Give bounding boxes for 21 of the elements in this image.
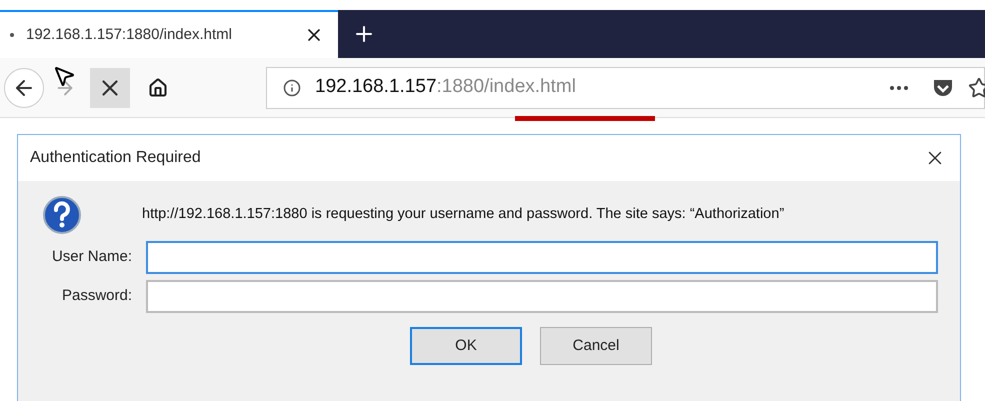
- stop-button[interactable]: [90, 68, 130, 108]
- more-icon[interactable]: [890, 86, 908, 90]
- dialog-button[interactable]: OK: [410, 327, 522, 365]
- input-field[interactable]: [146, 241, 938, 274]
- url-text: 192.168.1.157:1880/index.html: [315, 75, 577, 100]
- tab-title: 192.168.1.157:1880/index.html: [26, 24, 233, 45]
- input-field[interactable]: [146, 280, 938, 313]
- dialog-message: http://192.168.1.157:1880 is requesting your username and password. The site says: “Authorization”: [142, 205, 784, 224]
- pocket-icon[interactable]: [932, 78, 954, 98]
- question-icon: [42, 195, 82, 235]
- back-button[interactable]: [4, 68, 44, 108]
- mouse-cursor-icon: [52, 64, 76, 88]
- field-label: User Name:: [50, 247, 133, 268]
- dialog-title: Authentication Required: [30, 148, 202, 168]
- home-icon[interactable]: [148, 78, 168, 98]
- browser-tab[interactable]: 192.168.1.157:1880/index.html: [0, 10, 338, 58]
- address-bar[interactable]: 192.168.1.157:1880/index.html: [266, 66, 985, 108]
- info-icon[interactable]: [283, 78, 301, 96]
- dialog-button[interactable]: Cancel: [540, 327, 652, 365]
- bookmark-star-icon[interactable]: [968, 76, 985, 98]
- field-label: Password:: [60, 286, 133, 306]
